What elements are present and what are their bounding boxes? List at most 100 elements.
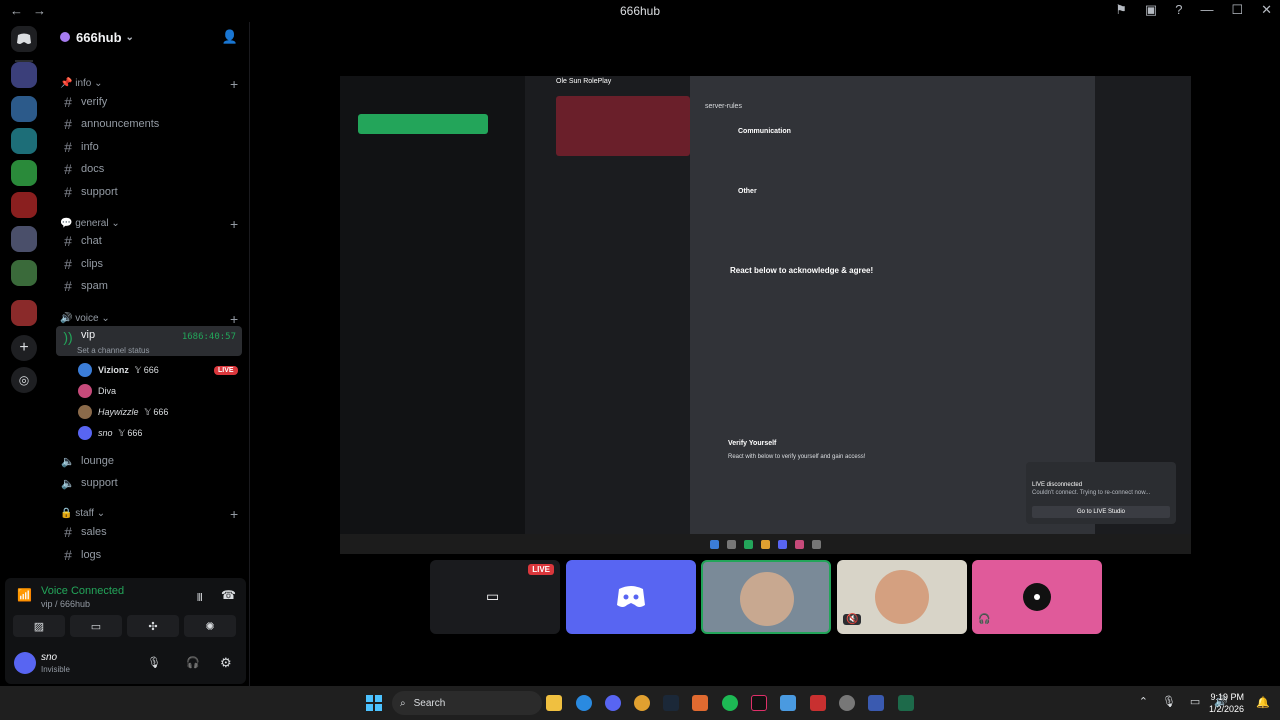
server-icon[interactable] [11,260,37,286]
maximize-button[interactable]: ☐ [1231,2,1243,18]
voice-connected-label: Voice Connected [41,585,125,597]
category-info[interactable]: 📌 info ⌄ + [60,76,238,92]
guild-name: 666hub [76,29,122,45]
server-icon[interactable] [11,160,37,186]
gear-icon[interactable]: ⚙ [220,655,232,671]
flag-icon[interactable]: ⚑ [1115,2,1127,18]
vip-timer: 1686:40:57 [181,332,236,342]
channel-clips[interactable]: # clips [56,253,242,275]
voice-member[interactable]: Diva [78,382,116,400]
help-icon[interactable]: ? [1175,2,1182,18]
screenshare-video[interactable]: Ole Sun RolePlay server-rules Communicat… [340,76,1191,554]
channel-announcements[interactable]: # announcements [56,113,242,135]
discord-logo-icon [617,586,645,607]
participant-tile-discord[interactable] [566,560,696,634]
microphone-icon[interactable]: 🎙 [147,656,161,669]
clock-time: 9:19 PM [1210,692,1244,702]
stream-content: Ole Sun RolePlay server-rules Communicat… [340,76,1191,554]
add-channel-icon[interactable]: + [230,311,238,327]
server-icon[interactable] [11,62,37,88]
app-icon[interactable] [634,695,650,711]
system-clock[interactable]: 9:19 PM 1/2/2026 [1209,691,1244,715]
chevron-up-icon[interactable]: ⌃ [1139,695,1148,708]
file-explorer-icon[interactable] [546,695,562,711]
activities-button[interactable]: ✣ [127,615,179,637]
voice-member[interactable]: sno 𝕐 666 [78,424,142,442]
participant-tile-music[interactable]: 🎧 [972,560,1102,634]
channel-status-hint[interactable]: Set a channel status [77,346,150,355]
channel-chat[interactable]: # chat [56,230,242,252]
user-avatar[interactable] [14,652,36,674]
inner-sidebar [340,76,525,534]
soundboard-button[interactable]: ✺ [184,615,236,637]
disconnect-icon[interactable]: ☎ [221,588,236,602]
category-voice[interactable]: 🔊 voice ⌄ + [60,311,238,327]
voice-channel-lounge[interactable]: 🔈 lounge [56,450,242,472]
channel-spam[interactable]: # spam [56,275,242,297]
close-button[interactable]: ✕ [1261,2,1272,18]
server-icon[interactable] [11,128,37,154]
server-icon[interactable] [11,192,37,218]
server-banner [556,96,690,156]
app-icon[interactable] [839,695,855,711]
channel-logs[interactable]: # logs [56,544,242,566]
channel-info[interactable]: # info [56,136,242,158]
guild-header[interactable]: 666hub ⌄ 👤 [48,22,250,52]
discover-icon[interactable]: ◎ [11,367,37,393]
add-channel-icon[interactable]: + [230,506,238,522]
add-member-icon[interactable]: 👤 [222,29,238,45]
microphone-icon[interactable]: 🎙 [1162,695,1176,708]
app-icon[interactable] [868,695,884,711]
channel-verify[interactable]: # verify [56,91,242,113]
server-icon[interactable] [11,300,37,326]
server-icon[interactable] [11,96,37,122]
tiktok-toast: LIVE disconnected Couldn't connect. Tryi… [1026,462,1176,524]
server-icon[interactable] [11,226,37,252]
participant-tile-stream[interactable]: LIVE ▭ [430,560,560,634]
inbox-icon[interactable]: ▣ [1145,2,1157,18]
add-server-icon[interactable]: + [11,335,37,361]
live-badge: LIVE [528,564,554,575]
camera-off-button[interactable]: ▨ [13,615,65,637]
share-screen-button[interactable]: ▭ [70,615,122,637]
inner-channel-name: server-rules [705,103,742,110]
tiktok-icon[interactable] [751,695,767,711]
network-icon[interactable]: ▭ [1190,695,1200,708]
minimize-button[interactable]: — [1200,2,1213,18]
category-general[interactable]: 💬 general ⌄ + [60,216,238,232]
steam-icon[interactable] [663,695,679,711]
inner-heading: Communication [738,128,791,135]
app-icon[interactable] [810,695,826,711]
participant-tile-user[interactable]: 🔇 [837,560,967,634]
stream-stage: Ole Sun RolePlay server-rules Communicat… [251,22,1280,686]
discord-icon[interactable] [605,695,621,711]
window-title: 666hub [619,4,661,18]
app-icon[interactable] [898,695,914,711]
add-channel-icon[interactable]: + [230,76,238,92]
voice-connection-panel: 📶 Voice Connected vip / 666hub 𝍫 ☎ ▨ ▭ ✣… [5,578,246,684]
app-icon[interactable] [692,695,708,711]
voice-member[interactable]: Vizionz 𝕐 666 LIVE [78,361,238,379]
voice-active-icon: )) [63,329,73,345]
headphones-icon[interactable]: 🎧 [186,656,200,669]
channel-sales[interactable]: # sales [56,521,242,543]
voice-channel-support[interactable]: 🔈 support [56,472,242,494]
noise-suppression-icon[interactable]: 𝍫 [197,589,203,608]
windows-start-icon[interactable] [366,695,382,711]
taskbar-search[interactable]: ⌕ Search [392,691,542,715]
app-icon[interactable] [780,695,796,711]
channel-support[interactable]: # support [56,181,242,203]
window-titlebar: ← → 666hub ⚑ ▣ ? — ☐ ✕ [0,0,1280,22]
edge-icon[interactable] [576,695,592,711]
avatar [78,363,92,377]
participant-tile-speaking[interactable] [701,560,831,634]
spotify-icon[interactable] [722,695,738,711]
notification-bell-icon[interactable]: 🔔 [1256,696,1270,709]
category-staff[interactable]: 🔒 staff ⌄ + [60,506,238,522]
discord-home-icon[interactable] [11,26,37,52]
voice-member[interactable]: Haywizzle 𝕐 666 [78,403,168,421]
channel-docs[interactable]: # docs [56,158,242,180]
user-name[interactable]: sno [41,652,57,663]
inner-server-title: Ole Sun RolePlay [556,78,612,85]
voice-channel-path[interactable]: vip / 666hub [41,599,90,609]
